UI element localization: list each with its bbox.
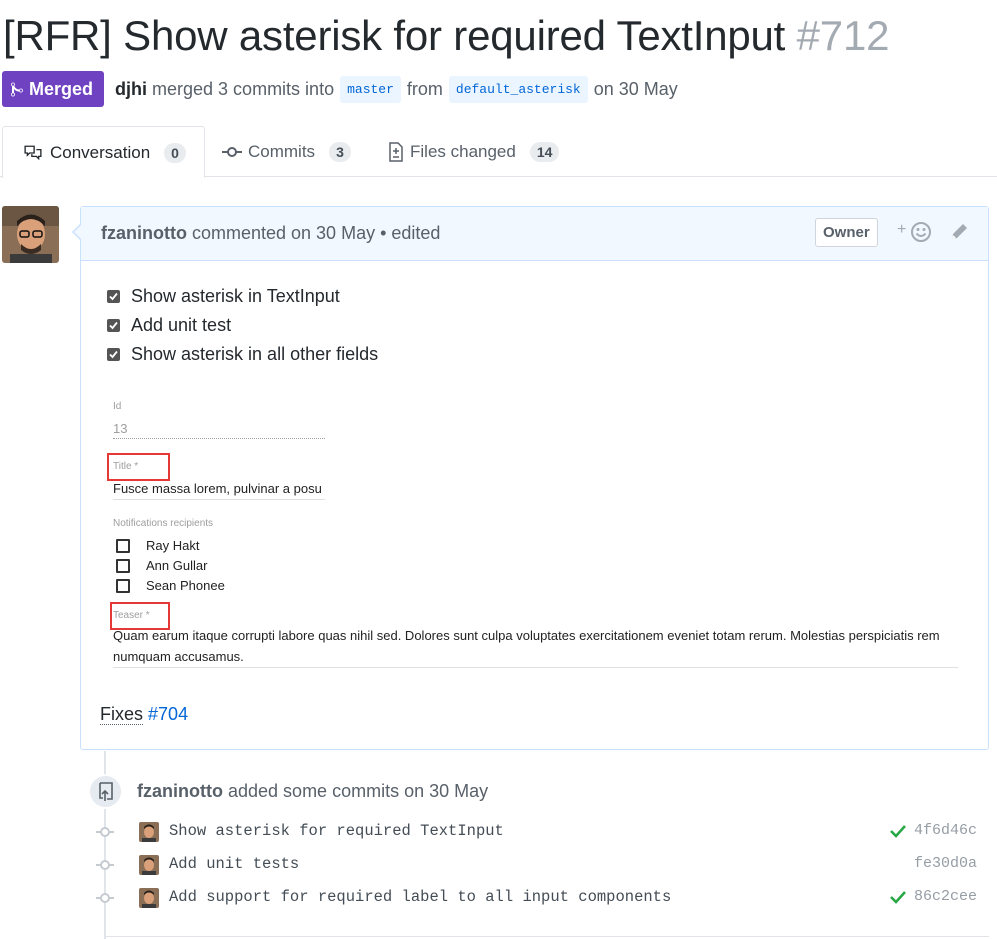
task-item: Show asterisk in all other fields: [107, 340, 378, 369]
pencil-icon: [952, 224, 967, 239]
merge-icon: [11, 81, 23, 97]
recipient-label: Sean Phonee: [146, 578, 225, 593]
commit-sha-link[interactable]: 86c2cee: [914, 888, 977, 905]
teaser-line-2: numquam accusamus.: [113, 649, 244, 664]
task-list: Show asterisk in TextInput Add unit test…: [107, 282, 378, 369]
commit-message-link[interactable]: Add support for required label to all in…: [169, 888, 671, 906]
commit-icon: [96, 860, 114, 870]
embedded-screenshot: Id 13 Title * Fusce massa lorem, pulvina…: [107, 397, 961, 668]
recipient-label: Ann Gullar: [146, 558, 208, 573]
tab-conversation-label: Conversation: [50, 142, 151, 162]
repo-push-icon: [98, 781, 113, 801]
recipients-label: Notifications recipients: [113, 518, 214, 529]
check-icon: [109, 350, 118, 359]
check-icon[interactable]: [889, 823, 907, 839]
head-branch[interactable]: default_asterisk: [448, 75, 588, 103]
file-diff-icon: [389, 141, 403, 162]
check-icon: [109, 292, 118, 301]
commit-message-link[interactable]: Add unit tests: [169, 855, 299, 873]
commit-icon: [222, 146, 242, 157]
commit-author-avatar[interactable]: [139, 888, 159, 908]
commit-icon: [96, 827, 114, 837]
user-avatar-icon: [2, 206, 59, 263]
tab-files-changed-count: 14: [529, 141, 560, 162]
comment-header: fzaninotto commented on 30 May • edited …: [81, 207, 988, 261]
recipient-checkbox: [116, 539, 130, 553]
merge-date: on 30 May: [593, 78, 678, 99]
task-item: Show asterisk in TextInput: [107, 282, 378, 311]
commit-icon: [96, 893, 114, 903]
smiley-icon: +: [897, 221, 931, 242]
task-checkbox[interactable]: [107, 319, 120, 332]
from-text: from: [406, 78, 443, 99]
title-field-value: Fusce massa lorem, pulvinar a posu: [113, 481, 322, 496]
event-text: added some commits on 30 May: [228, 781, 489, 801]
tab-files-changed[interactable]: Files changed 14: [388, 126, 560, 177]
user-avatar-icon: [139, 855, 159, 875]
edit-comment-button[interactable]: [948, 221, 970, 248]
commit-row: Add support for required label to all in…: [0, 883, 997, 913]
push-event-badge: [88, 774, 123, 809]
check-icon[interactable]: [889, 889, 907, 905]
check-icon: [109, 321, 118, 330]
tab-conversation[interactable]: Conversation 0: [2, 126, 205, 178]
merged-state-label: Merged: [29, 78, 94, 99]
commit-author-avatar[interactable]: [139, 855, 159, 875]
merged-text: merged 3 commits into: [152, 78, 335, 99]
commits-event: fzaninotto added some commits on 30 May: [137, 781, 488, 802]
title-field-underline: [113, 499, 325, 500]
merged-state-badge: Merged: [2, 71, 105, 107]
pr-number: #712: [796, 12, 890, 59]
id-field-label: Id: [113, 401, 122, 412]
pr-title-text: [RFR] Show asterisk for required TextInp…: [3, 12, 786, 59]
comment-meta[interactable]: commented on 30 May • edited: [192, 223, 440, 244]
tab-commits-label: Commits: [248, 141, 316, 161]
recipient-checkbox: [116, 579, 130, 593]
teaser-line-1: Quam earum itaque corrupti labore quas n…: [113, 628, 940, 643]
teaser-field-underline: [113, 667, 958, 668]
tab-commits[interactable]: Commits 3: [222, 126, 351, 177]
reaction-plus: +: [897, 221, 906, 238]
conversation-icon: [24, 145, 42, 160]
commit-author-avatar[interactable]: [139, 822, 159, 842]
task-checkbox[interactable]: [107, 290, 120, 303]
pr-meta: Merged djhi merged 3 commits into master…: [2, 71, 678, 107]
tab-commits-count: 3: [329, 141, 351, 162]
avatar[interactable]: [2, 206, 59, 263]
comment-author-link[interactable]: fzaninotto: [101, 223, 187, 244]
commit-sha-link[interactable]: fe30d0a: [914, 855, 977, 872]
task-label: Show asterisk in all other fields: [131, 344, 379, 364]
pr-tabs: Conversation 0 Commits 3 Files changed 1…: [0, 126, 997, 178]
tab-conversation-count: 0: [164, 142, 186, 163]
id-field-underline: [113, 438, 325, 439]
fixes-line: Fixes #704: [100, 704, 188, 725]
fixes-issue-link[interactable]: #704: [148, 704, 188, 724]
pr-author-link[interactable]: djhi: [115, 79, 147, 100]
timeline-divider: [104, 936, 989, 937]
owner-badge: Owner: [815, 218, 878, 247]
event-author-link[interactable]: fzaninotto: [137, 781, 223, 801]
recipient-label: Ray Hakt: [146, 538, 200, 553]
recipient-checkbox: [116, 559, 130, 573]
task-item: Add unit test: [107, 311, 378, 340]
task-label: Show asterisk in TextInput: [131, 286, 340, 306]
user-avatar-icon: [139, 888, 159, 908]
tab-files-changed-label: Files changed: [410, 141, 516, 161]
task-checkbox[interactable]: [107, 348, 120, 361]
task-label: Add unit test: [131, 315, 232, 335]
pr-title: [RFR] Show asterisk for required TextInp…: [3, 12, 889, 60]
id-field-value: 13: [113, 421, 128, 436]
commit-message-link[interactable]: Show asterisk for required TextInput: [169, 822, 504, 840]
add-reaction-button[interactable]: +: [897, 220, 933, 249]
highlight-box: [107, 453, 170, 481]
comment-box: fzaninotto commented on 30 May • edited …: [72, 206, 989, 750]
commit-row: Add unit tests fe30d0a: [0, 850, 997, 880]
commit-sha-link[interactable]: 4f6d46c: [914, 822, 977, 839]
commit-row: Show asterisk for required TextInput 4f6…: [0, 817, 997, 847]
base-branch[interactable]: master: [340, 75, 401, 103]
highlight-box: [110, 602, 170, 630]
fixes-label: Fixes: [100, 704, 144, 725]
user-avatar-icon: [139, 822, 159, 842]
